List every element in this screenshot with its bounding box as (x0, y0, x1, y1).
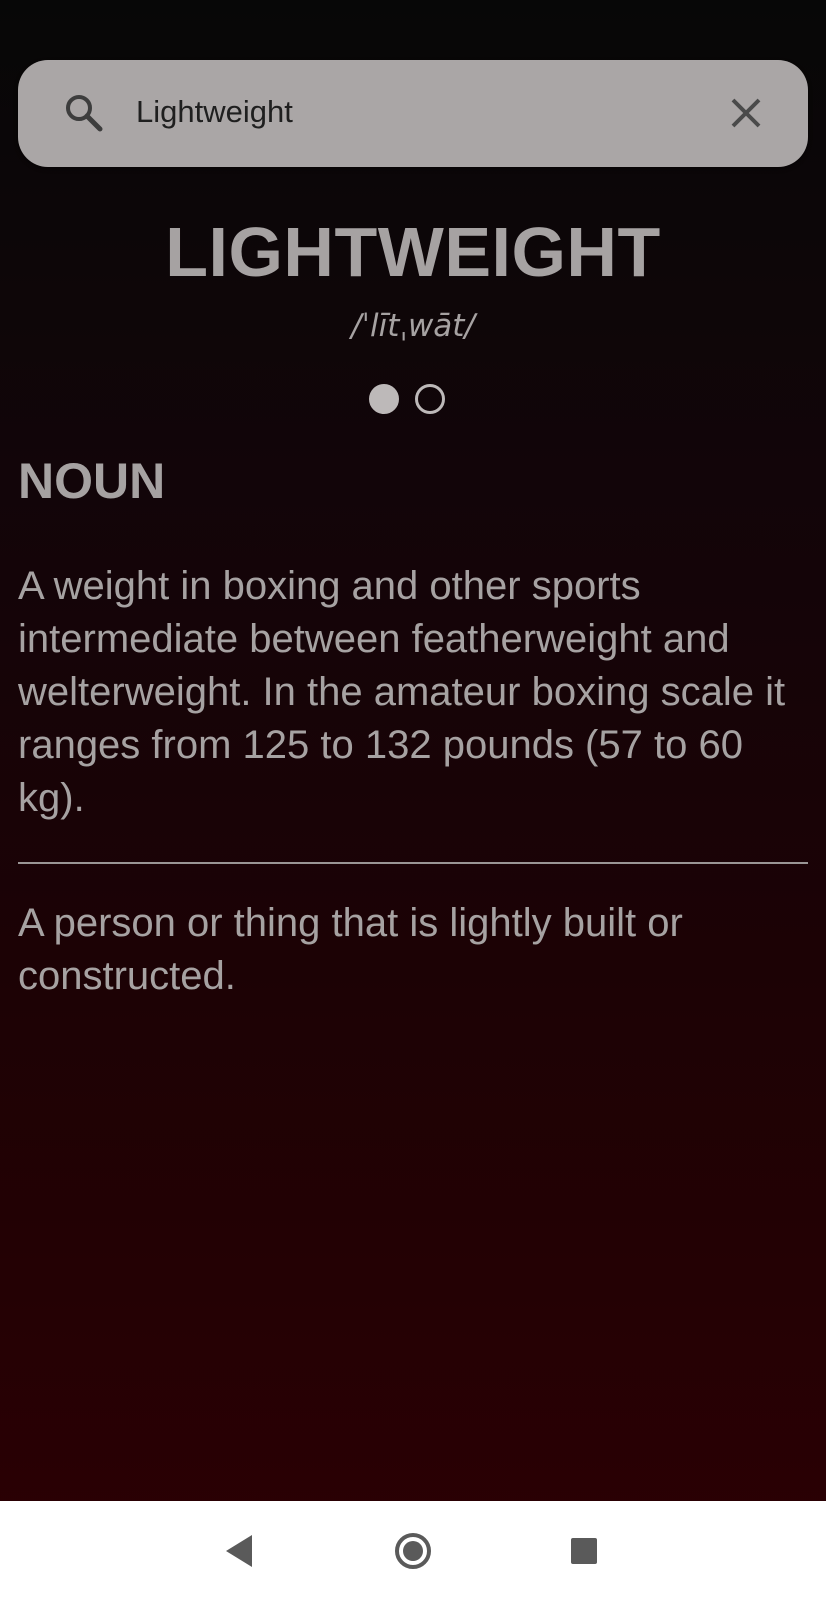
home-circle-icon[interactable] (393, 1531, 433, 1571)
page-dot-1-active[interactable] (369, 384, 399, 414)
definition-2: A person or thing that is lightly built … (18, 901, 683, 998)
dictionary-screen: LIGHTWEIGHT /ˈlītˌwāt/ NOUN A weight in … (0, 0, 826, 1600)
search-input[interactable] (136, 82, 696, 142)
definition-divider (18, 862, 808, 864)
close-icon[interactable] (723, 90, 769, 136)
recents-square-icon[interactable] (570, 1537, 598, 1565)
page-indicator (369, 384, 445, 420)
definition-1: A weight in boxing and other sports inte… (18, 564, 786, 820)
search-icon (64, 93, 104, 133)
part-of-speech-label: NOUN (18, 453, 166, 509)
system-navigation-bar (0, 1501, 826, 1600)
page-dot-2[interactable] (415, 384, 445, 414)
back-triangle-icon[interactable] (222, 1531, 256, 1571)
pronunciation-text: /ˈlītˌwāt/ (351, 308, 475, 344)
search-bar[interactable] (18, 60, 808, 167)
headword-title: LIGHTWEIGHT (165, 213, 661, 291)
